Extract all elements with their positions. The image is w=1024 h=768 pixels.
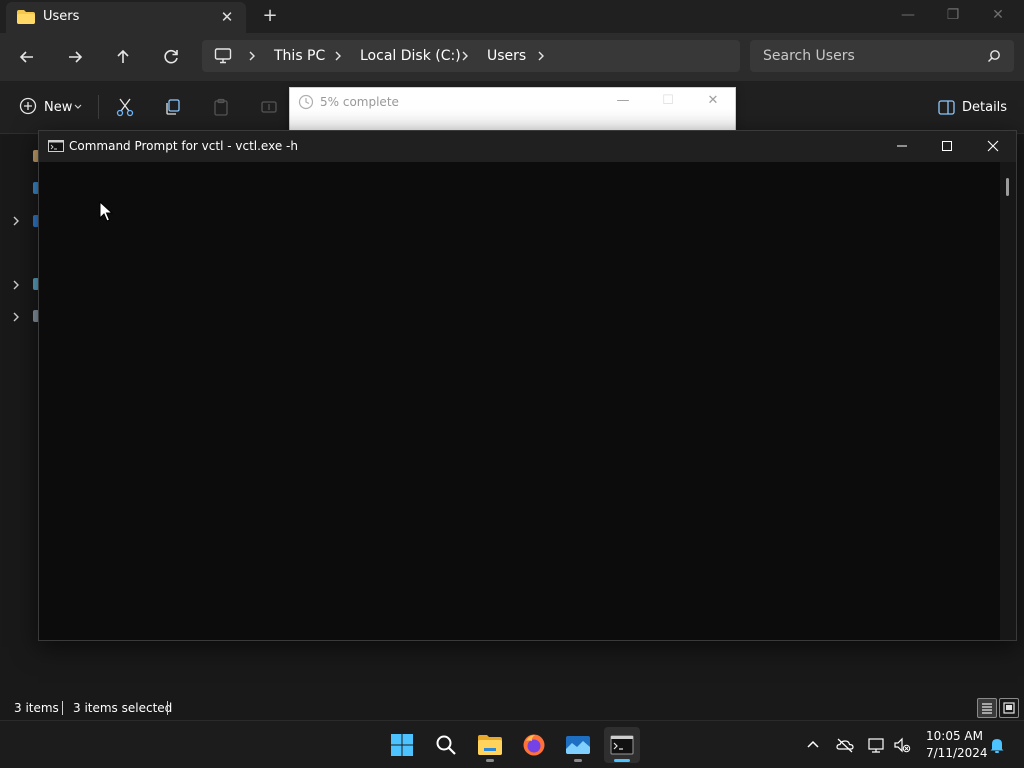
- tab-title: Users: [43, 9, 80, 24]
- network-icon[interactable]: [868, 736, 886, 754]
- taskbar-firefox[interactable]: [516, 727, 552, 763]
- new-tab-button[interactable]: +: [260, 7, 280, 27]
- chevron-right-icon[interactable]: [536, 49, 546, 63]
- explorer-restore-button[interactable]: ❐: [938, 3, 968, 27]
- explorer-minimize-button[interactable]: —: [893, 3, 923, 27]
- tab-users[interactable]: Users ✕: [6, 2, 246, 33]
- chevron-up-icon[interactable]: [804, 736, 822, 754]
- notification-bell-icon[interactable]: [988, 736, 1006, 754]
- close-icon[interactable]: [970, 133, 1016, 159]
- cmd-title-bar[interactable]: Command Prompt for vctl - vctl.exe -h: [39, 131, 1016, 162]
- selected-count: 3 items selected: [73, 701, 173, 715]
- minimize-icon[interactable]: [879, 133, 925, 159]
- back-icon[interactable]: [15, 45, 39, 69]
- forward-icon[interactable]: [63, 45, 87, 69]
- chevron-down-icon: [74, 104, 82, 109]
- mouse-pointer-icon: [99, 201, 113, 222]
- status-bar: 3 items 3 items selected: [0, 696, 1024, 720]
- chevron-right-icon[interactable]: [333, 49, 343, 63]
- item-count: 3 items: [14, 701, 59, 715]
- details-pane-button[interactable]: Details: [938, 98, 1008, 118]
- taskbar-photos[interactable]: [560, 727, 596, 763]
- command-prompt-icon: [48, 140, 64, 152]
- dialog-close-button[interactable]: ✕: [700, 92, 726, 110]
- chevron-right-icon[interactable]: [10, 279, 22, 291]
- running-indicator: [486, 759, 494, 762]
- folder-icon: [17, 10, 35, 24]
- copy-icon[interactable]: [163, 97, 183, 117]
- onedrive-offline-icon[interactable]: [836, 736, 854, 754]
- status-divider: [62, 701, 63, 715]
- list-view-icon: [982, 703, 992, 714]
- firefox-icon: [523, 734, 545, 756]
- breadcrumb-local-disk[interactable]: Local Disk (C:): [360, 48, 461, 64]
- rename-icon[interactable]: [259, 97, 279, 117]
- search-icon: [436, 735, 456, 755]
- up-icon[interactable]: [111, 45, 135, 69]
- cmd-window-title: Command Prompt for vctl - vctl.exe -h: [69, 139, 298, 153]
- new-button-label: New: [44, 100, 73, 115]
- clock-icon: [298, 94, 314, 110]
- start-button[interactable]: [384, 727, 420, 763]
- chevron-right-icon[interactable]: [247, 49, 257, 63]
- maximize-icon[interactable]: [924, 133, 970, 159]
- paste-icon[interactable]: [211, 97, 231, 117]
- dialog-minimize-button[interactable]: —: [610, 92, 636, 110]
- chevron-right-icon[interactable]: [10, 311, 22, 323]
- details-pane-icon: [938, 100, 955, 115]
- add-circle-icon: [19, 97, 37, 115]
- new-button[interactable]: New: [18, 96, 88, 118]
- refresh-icon[interactable]: [159, 45, 183, 69]
- toolbar-divider: [98, 95, 99, 119]
- file-explorer-icon: [478, 735, 502, 755]
- this-pc-icon: [214, 48, 232, 64]
- terminal-icon: [610, 735, 634, 755]
- photos-icon: [566, 736, 590, 754]
- status-divider: [167, 701, 168, 715]
- explorer-close-button[interactable]: ✕: [983, 3, 1013, 27]
- taskbar-search-button[interactable]: [428, 727, 464, 763]
- chevron-right-icon[interactable]: [10, 215, 22, 227]
- start-icon: [391, 734, 413, 756]
- search-placeholder: Search Users: [763, 48, 855, 64]
- cut-icon[interactable]: [115, 97, 135, 117]
- tab-close-button[interactable]: ✕: [218, 8, 236, 26]
- running-indicator: [574, 759, 582, 762]
- breadcrumb-users[interactable]: Users: [487, 48, 526, 64]
- tiles-view-icon: [1003, 702, 1015, 714]
- copy-progress-dialog[interactable]: 5% complete — ☐ ✕: [289, 87, 736, 131]
- active-indicator: [614, 759, 630, 762]
- search-icon: [988, 50, 1000, 62]
- dialog-maximize-button[interactable]: ☐: [655, 92, 681, 110]
- address-bar[interactable]: This PC Local Disk (C:) Users: [202, 40, 740, 72]
- details-view-button[interactable]: [977, 698, 997, 718]
- command-prompt-window[interactable]: Command Prompt for vctl - vctl.exe -h: [38, 130, 1017, 641]
- chevron-right-icon[interactable]: [460, 49, 470, 63]
- taskbar-terminal[interactable]: [604, 727, 640, 763]
- large-icons-view-button[interactable]: [999, 698, 1019, 718]
- scrollbar-thumb[interactable]: [1006, 178, 1009, 196]
- details-pane-label: Details: [962, 100, 1008, 115]
- breadcrumb-this-pc[interactable]: This PC: [274, 48, 325, 64]
- clock-time[interactable]: 10:05 AM: [926, 729, 983, 743]
- tab-bar: Users ✕ + — ❐ ✕: [0, 0, 1024, 33]
- taskbar-file-explorer[interactable]: [472, 727, 508, 763]
- taskbar: 10:05 AM 7/11/2024: [0, 720, 1024, 768]
- clock-date[interactable]: 7/11/2024: [926, 746, 988, 760]
- vertical-scrollbar[interactable]: [1000, 162, 1016, 640]
- search-input[interactable]: Search Users: [750, 40, 1014, 72]
- progress-title: 5% complete: [320, 95, 399, 109]
- volume-muted-icon[interactable]: [893, 736, 911, 754]
- navigation-bar: This PC Local Disk (C:) Users Search Use…: [0, 33, 1024, 81]
- console-output-area[interactable]: [39, 162, 1000, 640]
